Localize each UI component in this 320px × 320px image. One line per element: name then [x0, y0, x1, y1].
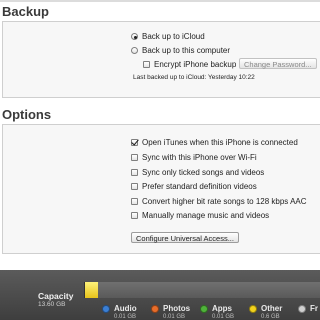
option-label: Convert higher bit rate songs to 128 kbp…: [142, 197, 307, 206]
legend-apps: Apps: [200, 304, 232, 313]
computer-radio[interactable]: [131, 47, 138, 54]
legend-other-label: Other: [261, 304, 283, 313]
option-convert-bitrate[interactable]: Convert higher bit rate songs to 128 kbp…: [131, 197, 307, 206]
icloud-radio[interactable]: [131, 33, 138, 40]
backup-computer-option[interactable]: Back up to this computer: [131, 46, 230, 55]
legend-apps-size: 0.01 GB: [212, 314, 235, 320]
backup-icloud-option[interactable]: Back up to iCloud: [131, 32, 205, 41]
other-swatch-icon: [249, 304, 257, 313]
capacity-bar: Capacity 13.60 GB Audio 0.01 GB Photos 0…: [0, 270, 320, 320]
legend-other-size: 0.6 GB: [261, 314, 280, 320]
open-itunes-checkbox[interactable]: [131, 139, 138, 146]
legend-photos-size: 0.01 GB: [163, 314, 186, 320]
configure-universal-access-button[interactable]: Configure Universal Access...: [131, 232, 239, 243]
option-label: Sync only ticked songs and videos: [142, 168, 265, 177]
wifi-sync-checkbox[interactable]: [131, 154, 138, 161]
legend-free-label: Fr: [310, 304, 318, 313]
backup-panel: Back up to iCloud Back up to this comput…: [2, 21, 320, 98]
standard-definition-checkbox[interactable]: [131, 183, 138, 190]
apps-swatch-icon: [200, 304, 208, 313]
capacity-usage-track: [84, 282, 320, 298]
capacity-label: Capacity: [38, 291, 74, 301]
options-section-title: Options: [2, 107, 52, 122]
option-label: Sync with this iPhone over Wi-Fi: [142, 153, 257, 162]
legend-audio-size: 0.01 GB: [114, 314, 137, 320]
photos-swatch-icon: [151, 304, 159, 313]
top-divider: [0, 0, 320, 2]
legend-apps-label: Apps: [212, 304, 232, 313]
computer-radio-label: Back up to this computer: [142, 46, 231, 55]
last-backup-status: Last backed up to iCloud: Yesterday 10:2…: [133, 74, 255, 81]
option-manual-manage[interactable]: Manually manage music and videos: [131, 211, 269, 220]
capacity-usage-fill: [85, 282, 98, 298]
change-password-button[interactable]: Change Password...: [239, 58, 317, 69]
convert-bitrate-checkbox[interactable]: [131, 198, 138, 205]
option-standard-definition[interactable]: Prefer standard definition videos: [131, 182, 257, 191]
option-sync-ticked[interactable]: Sync only ticked songs and videos: [131, 168, 264, 177]
capacity-value: 13.60 GB: [38, 301, 66, 308]
legend-other: Other: [249, 304, 282, 313]
legend-audio-label: Audio: [114, 304, 137, 313]
option-label: Manually manage music and videos: [142, 211, 270, 220]
option-label: Prefer standard definition videos: [142, 182, 257, 191]
encrypt-checkbox-label: Encrypt iPhone backup: [154, 60, 237, 69]
option-open-itunes[interactable]: Open iTunes when this iPhone is connecte…: [131, 138, 298, 147]
legend-audio: Audio: [102, 304, 137, 313]
options-panel: Open iTunes when this iPhone is connecte…: [2, 124, 320, 254]
legend-free: Fr: [298, 304, 318, 313]
manual-manage-checkbox[interactable]: [131, 212, 138, 219]
free-swatch-icon: [298, 304, 306, 313]
legend-photos-label: Photos: [163, 304, 191, 313]
icloud-radio-label: Back up to iCloud: [142, 32, 205, 41]
encrypt-checkbox[interactable]: [143, 61, 150, 68]
sync-ticked-checkbox[interactable]: [131, 169, 138, 176]
legend-photos: Photos: [151, 304, 190, 313]
option-label: Open iTunes when this iPhone is connecte…: [142, 138, 298, 147]
audio-swatch-icon: [102, 304, 110, 313]
encrypt-backup-option[interactable]: Encrypt iPhone backup: [143, 60, 236, 69]
backup-section-title: Backup: [2, 4, 49, 19]
option-wifi-sync[interactable]: Sync with this iPhone over Wi-Fi: [131, 153, 257, 162]
